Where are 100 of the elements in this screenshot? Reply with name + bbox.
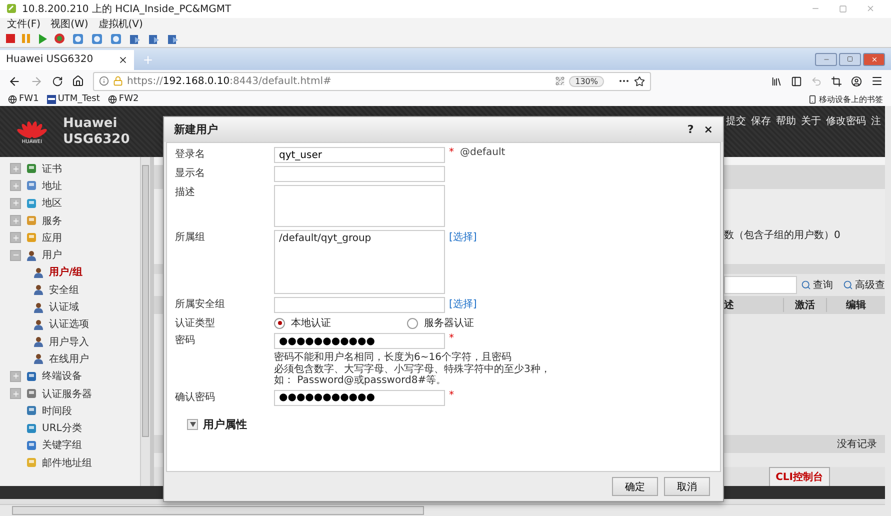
sidebar-item[interactable]: 用户 bbox=[42, 248, 62, 262]
radio-icon[interactable] bbox=[407, 318, 418, 328]
forward-icon[interactable] bbox=[30, 74, 43, 88]
sidebar-item[interactable]: 认证域 bbox=[49, 300, 79, 314]
bookmark[interactable]: FW2 bbox=[118, 94, 139, 104]
input-field[interactable]: ●●●●●●●●●●● bbox=[274, 390, 445, 406]
top-menu-item[interactable]: 提交 bbox=[726, 114, 746, 128]
sidebar-icon[interactable] bbox=[791, 76, 802, 87]
input-field[interactable] bbox=[274, 166, 445, 182]
menu-item[interactable]: 视图(W) bbox=[50, 17, 88, 32]
account-icon[interactable] bbox=[851, 76, 862, 87]
url-field[interactable]: https://192.168.0.10:8443/default.html# 130% bbox=[93, 72, 651, 91]
undo-icon[interactable] bbox=[811, 76, 822, 87]
plus-icon bbox=[12, 164, 20, 173]
sidebar-item[interactable]: 地区 bbox=[42, 196, 62, 210]
expand-toggle[interactable] bbox=[10, 198, 21, 209]
radio-icon[interactable] bbox=[274, 318, 285, 328]
sidebar-item[interactable]: 安全组 bbox=[49, 282, 79, 297]
top-menu-item[interactable]: 帮助 bbox=[776, 114, 796, 128]
tile-icon bbox=[26, 388, 37, 399]
vm-icon bbox=[6, 3, 17, 14]
sidebar-item[interactable]: 应用 bbox=[42, 230, 62, 245]
qr-code-icon[interactable] bbox=[555, 76, 566, 86]
section-toggle[interactable] bbox=[187, 418, 198, 430]
input-field[interactable]: ●●●●●●●●●●● bbox=[274, 333, 445, 349]
tile-icon bbox=[26, 422, 37, 434]
browser-tab[interactable]: Huawei USG6320 bbox=[0, 50, 134, 70]
info-icon[interactable] bbox=[99, 76, 109, 86]
sidebar-item[interactable]: 终端设备 bbox=[42, 369, 82, 384]
reload-icon[interactable] bbox=[52, 76, 63, 87]
close-button[interactable]: × bbox=[704, 123, 713, 136]
sidebar-item[interactable]: 在线用户 bbox=[49, 352, 89, 366]
menu-item[interactable]: 文件(F) bbox=[7, 17, 41, 32]
search-icon bbox=[801, 280, 811, 290]
input-field[interactable]: qyt_user bbox=[274, 147, 445, 163]
required-mark: * bbox=[449, 390, 454, 400]
close-icon[interactable] bbox=[118, 54, 128, 65]
back-icon[interactable] bbox=[8, 74, 21, 88]
tile-icon bbox=[26, 370, 37, 382]
expand-toggle[interactable] bbox=[10, 180, 21, 192]
menu-item[interactable]: 虚拟机(V) bbox=[98, 17, 143, 32]
mobile-bookmarks[interactable]: 移动设备上的书签 bbox=[819, 94, 883, 105]
play-icon[interactable] bbox=[38, 34, 47, 44]
stop-icon[interactable] bbox=[6, 34, 15, 44]
sidebar-item[interactable]: 认证服务器 bbox=[42, 386, 92, 400]
new-tab-icon[interactable] bbox=[142, 54, 154, 66]
input-field[interactable] bbox=[274, 297, 445, 313]
expand-toggle[interactable] bbox=[10, 215, 21, 226]
close-button[interactable] bbox=[863, 52, 885, 66]
search-field[interactable] bbox=[724, 276, 797, 294]
sidebar-item[interactable]: 时间段 bbox=[42, 404, 72, 418]
pause-icon[interactable] bbox=[22, 34, 31, 44]
tile-icon bbox=[26, 215, 37, 226]
sidebar-item[interactable]: 用户导入 bbox=[49, 334, 89, 349]
top-menu-item[interactable]: 保存 bbox=[751, 114, 771, 128]
expand-toggle[interactable] bbox=[10, 388, 21, 399]
top-menu-item[interactable]: 关于 bbox=[801, 114, 821, 128]
lock-icon[interactable] bbox=[113, 76, 123, 86]
tile-icon bbox=[26, 163, 37, 174]
menu-icon[interactable] bbox=[871, 75, 883, 88]
horizontal-scrollbar[interactable] bbox=[0, 504, 885, 516]
sidebar-item[interactable]: 服务 bbox=[42, 214, 62, 228]
select-link[interactable]: [选择] bbox=[449, 297, 477, 311]
maximize-icon[interactable] bbox=[839, 4, 847, 13]
search-button[interactable]: 查询 bbox=[801, 278, 833, 292]
sidebar-item[interactable]: 邮件地址组 bbox=[42, 456, 92, 470]
sidebar-item[interactable]: 证书 bbox=[42, 162, 62, 176]
top-menu-item[interactable]: 修改密码 bbox=[826, 114, 866, 128]
advanced-search-button[interactable]: 高级查 bbox=[843, 278, 885, 292]
restore-button[interactable] bbox=[839, 52, 861, 66]
help-button[interactable]: ? bbox=[687, 123, 694, 136]
select-link[interactable]: [选择] bbox=[449, 230, 477, 244]
zoom-level[interactable]: 130% bbox=[569, 76, 604, 87]
expand-toggle[interactable] bbox=[10, 370, 21, 382]
sidebar-item[interactable]: 地址 bbox=[42, 178, 62, 193]
expand-toggle[interactable] bbox=[10, 250, 21, 261]
bookmark[interactable]: FW1 bbox=[19, 94, 39, 104]
top-menu-item[interactable]: 注 bbox=[871, 114, 881, 128]
cancel-button[interactable]: 取消 bbox=[664, 477, 710, 496]
library-icon[interactable] bbox=[771, 76, 782, 87]
bookmark[interactable]: UTM_Test bbox=[58, 94, 100, 104]
sidebar-item[interactable]: URL分类 bbox=[42, 421, 82, 436]
expand-toggle[interactable] bbox=[10, 163, 21, 174]
scrollbar[interactable] bbox=[140, 157, 150, 486]
console-tab[interactable]: CLI控制台 bbox=[768, 467, 830, 486]
plus-icon bbox=[12, 390, 20, 398]
star-icon[interactable] bbox=[634, 76, 645, 87]
minimize-button[interactable] bbox=[815, 52, 837, 66]
sidebar-item[interactable]: 认证选项 bbox=[49, 317, 89, 332]
ok-button[interactable]: 确定 bbox=[612, 477, 658, 496]
crop-icon[interactable] bbox=[831, 76, 842, 87]
text-area[interactable] bbox=[274, 185, 445, 227]
expand-toggle[interactable] bbox=[10, 232, 21, 244]
sidebar-item[interactable]: 用户/组 bbox=[49, 265, 83, 280]
radio-option[interactable]: 本地认证 bbox=[274, 316, 403, 330]
home-icon[interactable] bbox=[72, 75, 84, 88]
group-list[interactable]: /default/qyt_group bbox=[274, 230, 445, 294]
column-header: 编辑 bbox=[844, 298, 867, 312]
sidebar-item[interactable]: 关键字组 bbox=[42, 438, 82, 452]
radio-option[interactable]: 服务器认证 bbox=[407, 316, 536, 330]
